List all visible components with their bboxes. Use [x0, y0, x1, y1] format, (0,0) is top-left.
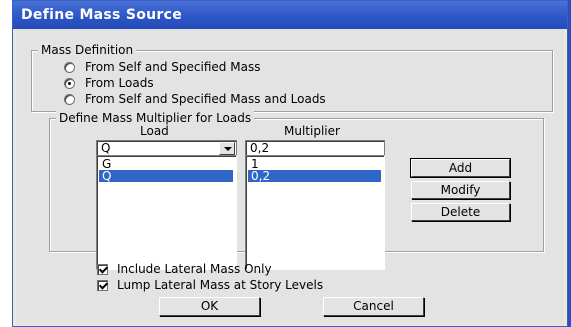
dialog-body: Mass Definition From Self and Specified … [16, 29, 564, 325]
multiplier-cell: 0,2 [251, 169, 271, 183]
load-combobox[interactable]: Q [96, 140, 237, 156]
load-cell: Q [102, 169, 112, 183]
multiplier-list[interactable]: 1 0,2 [245, 155, 385, 270]
mass-multiplier-legend: Define Mass Multiplier for Loads [56, 111, 255, 125]
radio-self-specified-label: From Self and Specified Mass [85, 60, 261, 74]
window-title: Define Mass Source [21, 7, 183, 23]
list-item[interactable]: G [99, 158, 233, 170]
cancel-button[interactable]: Cancel [323, 297, 424, 316]
list-item[interactable]: 0,2 [248, 170, 381, 182]
radio-self-specified-indicator[interactable] [64, 61, 75, 73]
lump-lateral-mass-checkbox[interactable] [97, 279, 108, 291]
add-button[interactable]: Add [410, 158, 511, 178]
modify-button[interactable]: Modify [411, 181, 510, 199]
multiplier-column-header: Multiplier [284, 124, 340, 138]
title-bar[interactable]: Define Mass Source [13, 1, 567, 29]
load-column-header: Load [140, 124, 169, 138]
radio-from-loads-label: From Loads [85, 76, 154, 90]
radio-self-specified-loads-label: From Self and Specified Mass and Loads [85, 92, 326, 106]
load-combobox-value: Q [101, 141, 111, 155]
load-list[interactable]: G Q [96, 155, 237, 270]
delete-button[interactable]: Delete [411, 203, 510, 221]
include-lateral-mass-checkbox-row[interactable]: Include Lateral Mass Only [97, 261, 272, 277]
list-item[interactable]: Q [99, 170, 233, 182]
chevron-down-icon[interactable] [219, 142, 235, 155]
include-lateral-mass-checkbox[interactable] [97, 263, 108, 275]
define-mass-source-dialog: Define Mass Source Mass Definition From … [12, 0, 568, 327]
lump-lateral-mass-label: Lump Lateral Mass at Story Levels [117, 278, 324, 292]
radio-self-specified[interactable]: From Self and Specified Mass [64, 59, 260, 75]
radio-self-specified-loads-indicator[interactable] [64, 93, 75, 105]
multiplier-input[interactable]: 0,2 [245, 140, 385, 156]
include-lateral-mass-label: Include Lateral Mass Only [117, 262, 272, 276]
ok-button[interactable]: OK [159, 297, 260, 316]
radio-self-specified-loads[interactable]: From Self and Specified Mass and Loads [64, 91, 326, 107]
multiplier-input-value: 0,2 [250, 141, 270, 155]
mass-definition-legend: Mass Definition [38, 43, 137, 57]
radio-from-loads[interactable]: From Loads [64, 75, 154, 91]
radio-from-loads-indicator[interactable] [64, 77, 75, 89]
lump-lateral-mass-checkbox-row[interactable]: Lump Lateral Mass at Story Levels [97, 277, 323, 293]
